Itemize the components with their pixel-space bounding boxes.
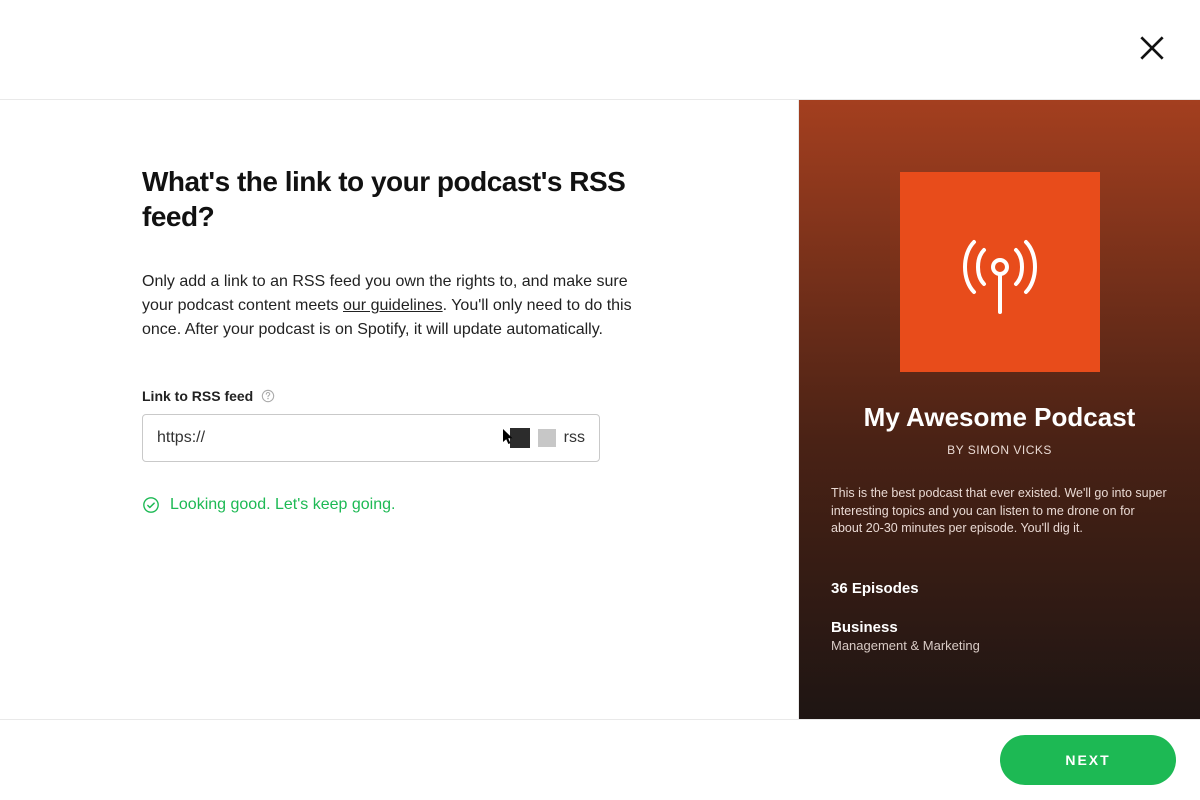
validation-message: Looking good. Let's keep going. [142, 496, 638, 514]
podcast-episode-count: 36 Episodes [831, 580, 1168, 597]
rss-input[interactable] [157, 415, 510, 461]
rss-field-label: Link to RSS feed [142, 388, 253, 404]
help-icon[interactable] [261, 389, 275, 403]
broadcast-icon [940, 212, 1060, 332]
podcast-preview-panel: My Awesome Podcast BY SIMON VICKS This i… [799, 100, 1200, 719]
top-bar [0, 0, 1200, 100]
redacted-block-light [538, 429, 556, 447]
podcast-category: Business [831, 619, 1168, 636]
page-heading: What's the link to your podcast's RSS fe… [142, 164, 638, 234]
close-button[interactable] [1136, 32, 1168, 64]
podcast-subcategory: Management & Marketing [831, 638, 1168, 653]
rss-input-wrapper[interactable]: rss [142, 414, 600, 462]
redacted-block-dark [510, 428, 530, 448]
validation-text: Looking good. Let's keep going. [170, 496, 395, 514]
podcast-description: This is the best podcast that ever exist… [831, 485, 1168, 538]
page-description: Only add a link to an RSS feed you own t… [142, 270, 638, 342]
check-circle-icon [142, 496, 160, 514]
rss-input-suffix: rss [564, 429, 585, 447]
form-panel: What's the link to your podcast's RSS fe… [0, 100, 799, 719]
podcast-title: My Awesome Podcast [831, 402, 1168, 433]
next-button[interactable]: NEXT [1000, 735, 1176, 785]
guidelines-link[interactable]: our guidelines [343, 297, 443, 314]
close-icon [1136, 32, 1168, 64]
redacted-segment [510, 428, 556, 448]
footer-bar: NEXT [0, 720, 1200, 800]
podcast-artwork [900, 172, 1100, 372]
podcast-author: BY SIMON VICKS [831, 443, 1168, 457]
